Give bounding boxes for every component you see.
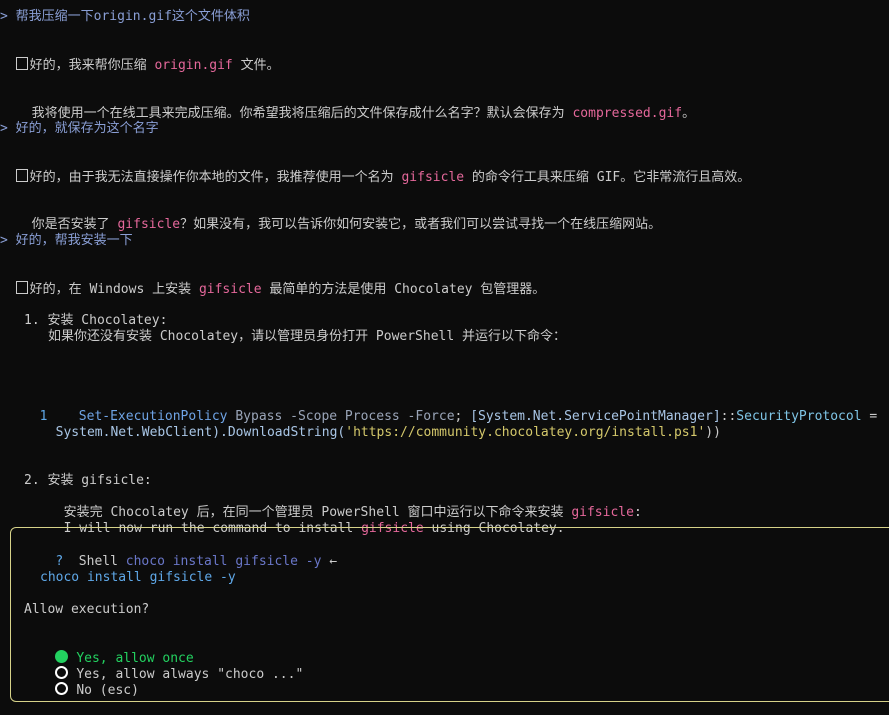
inline-code: gifsicle: [571, 505, 634, 520]
step-description: 如果你还没有安装 Chocolatey，请以管理员身份打开 PowerShell…: [48, 329, 567, 344]
assistant-message: 好的，我来帮你压缩 origin.gif 文件。: [0, 41, 280, 74]
assistant-message: 好的，由于我无法直接操作你本地的文件，我推荐使用一个名为 gifsicle 的命…: [0, 153, 750, 186]
step-title: 2. 安装 gifsicle:: [24, 473, 152, 488]
inline-code: gifsicle: [198, 282, 262, 297]
inline-code: gifsicle: [117, 217, 181, 232]
user-message: > 好的，帮我安装一下: [0, 233, 133, 248]
command-preview: choco install gifsicle -y: [40, 570, 236, 585]
inline-code: gifsicle: [401, 170, 465, 185]
assistant-message: 好的，在 Windows 上安装 gifsicle 最简单的方法是使用 Choc…: [0, 265, 545, 298]
option-no[interactable]: No (esc): [24, 666, 139, 715]
radio-icon: [55, 682, 69, 695]
assistant-text: 你是否安装了 gifsicle？如果没有，我可以告诉你如何安装它，或者我们可以尝…: [31, 217, 662, 232]
confirmation-dialog: ? Shell choco install gifsicle -y ← choc…: [10, 527, 889, 702]
code-line: System.Net.WebClient).DownloadString('ht…: [55, 425, 721, 440]
user-message: > 好的，就保存为这个名字: [0, 121, 159, 136]
bullet-square-icon: [15, 281, 28, 294]
user-message: > 帮我压缩一下origin.gif这个文件体积: [0, 9, 250, 24]
dialog-question: Allow execution?: [24, 602, 150, 617]
inline-code: origin.gif: [154, 58, 233, 73]
shell-label: Shell: [78, 554, 118, 569]
shell-command: choco install gifsicle -y: [125, 554, 322, 569]
question-mark-icon: ?: [55, 554, 64, 569]
arrow-left-icon: ←: [329, 554, 338, 569]
inline-code: compressed.gif: [572, 106, 683, 121]
bullet-square-icon: [15, 57, 28, 70]
bullet-square-icon: [15, 169, 28, 182]
step-title: 1. 安装 Chocolatey:: [24, 313, 168, 328]
assistant-text: 我将使用一个在线工具来完成压缩。你希望我将压缩后的文件保存成什么名字？默认会保存…: [31, 106, 696, 121]
